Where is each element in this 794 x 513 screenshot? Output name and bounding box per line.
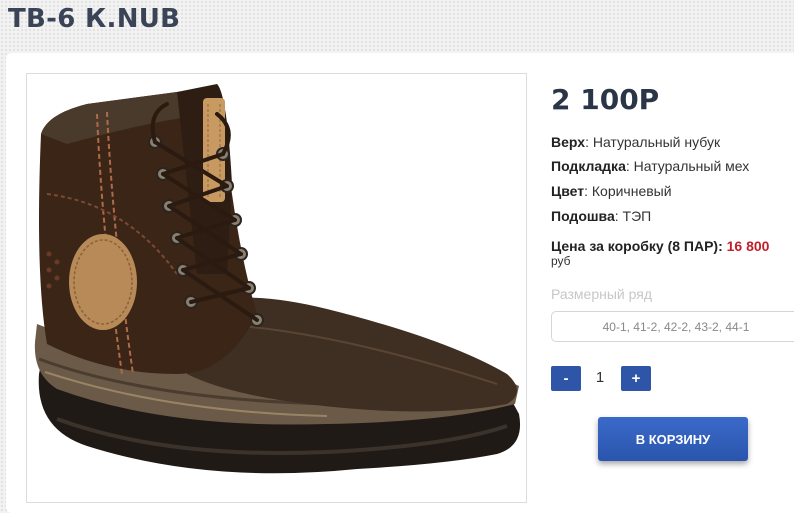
box-price-currency: руб [551,254,571,268]
spec-lining: Подкладка: Натуральный мех [551,158,749,174]
quantity-decrease-button[interactable]: - [551,366,581,391]
spec-lining-value: : Натуральный мех [625,158,750,174]
spec-upper-value: : Натуральный нубук [585,134,721,150]
size-range-select[interactable]: 40-1, 41-2, 42-2, 43-2, 44-1 [551,311,794,342]
product-image[interactable] [26,73,527,503]
spec-sole-value: : ТЭП [614,208,652,224]
product-price: 2 100Р [551,83,660,116]
spec-color: Цвет: Коричневый [551,183,672,199]
add-to-cart-button[interactable]: В КОРЗИНУ [598,417,748,461]
size-range-label: Размерный ряд [551,286,653,302]
quantity-value[interactable]: 1 [588,369,612,386]
product-title: ТВ-6 К.NUB [8,4,181,34]
boot-illustration [34,84,521,474]
spec-upper-key: Верх [551,134,586,150]
spec-lining-key: Подкладка [551,158,626,174]
spec-sole-key: Подошва [551,208,615,224]
quantity-increase-button[interactable]: + [621,366,651,391]
spec-color-value: : Коричневый [584,183,672,199]
spec-sole: Подошва: ТЭП [551,208,651,224]
spec-upper: Верх: Натуральный нубук [551,134,720,150]
spec-color-key: Цвет [551,183,585,199]
box-price: Цена за коробку (8 ПАР): 16 800 [551,238,769,254]
box-price-value: 16 800 [726,238,770,254]
box-price-label: Цена за коробку (8 ПАР): [551,238,723,254]
